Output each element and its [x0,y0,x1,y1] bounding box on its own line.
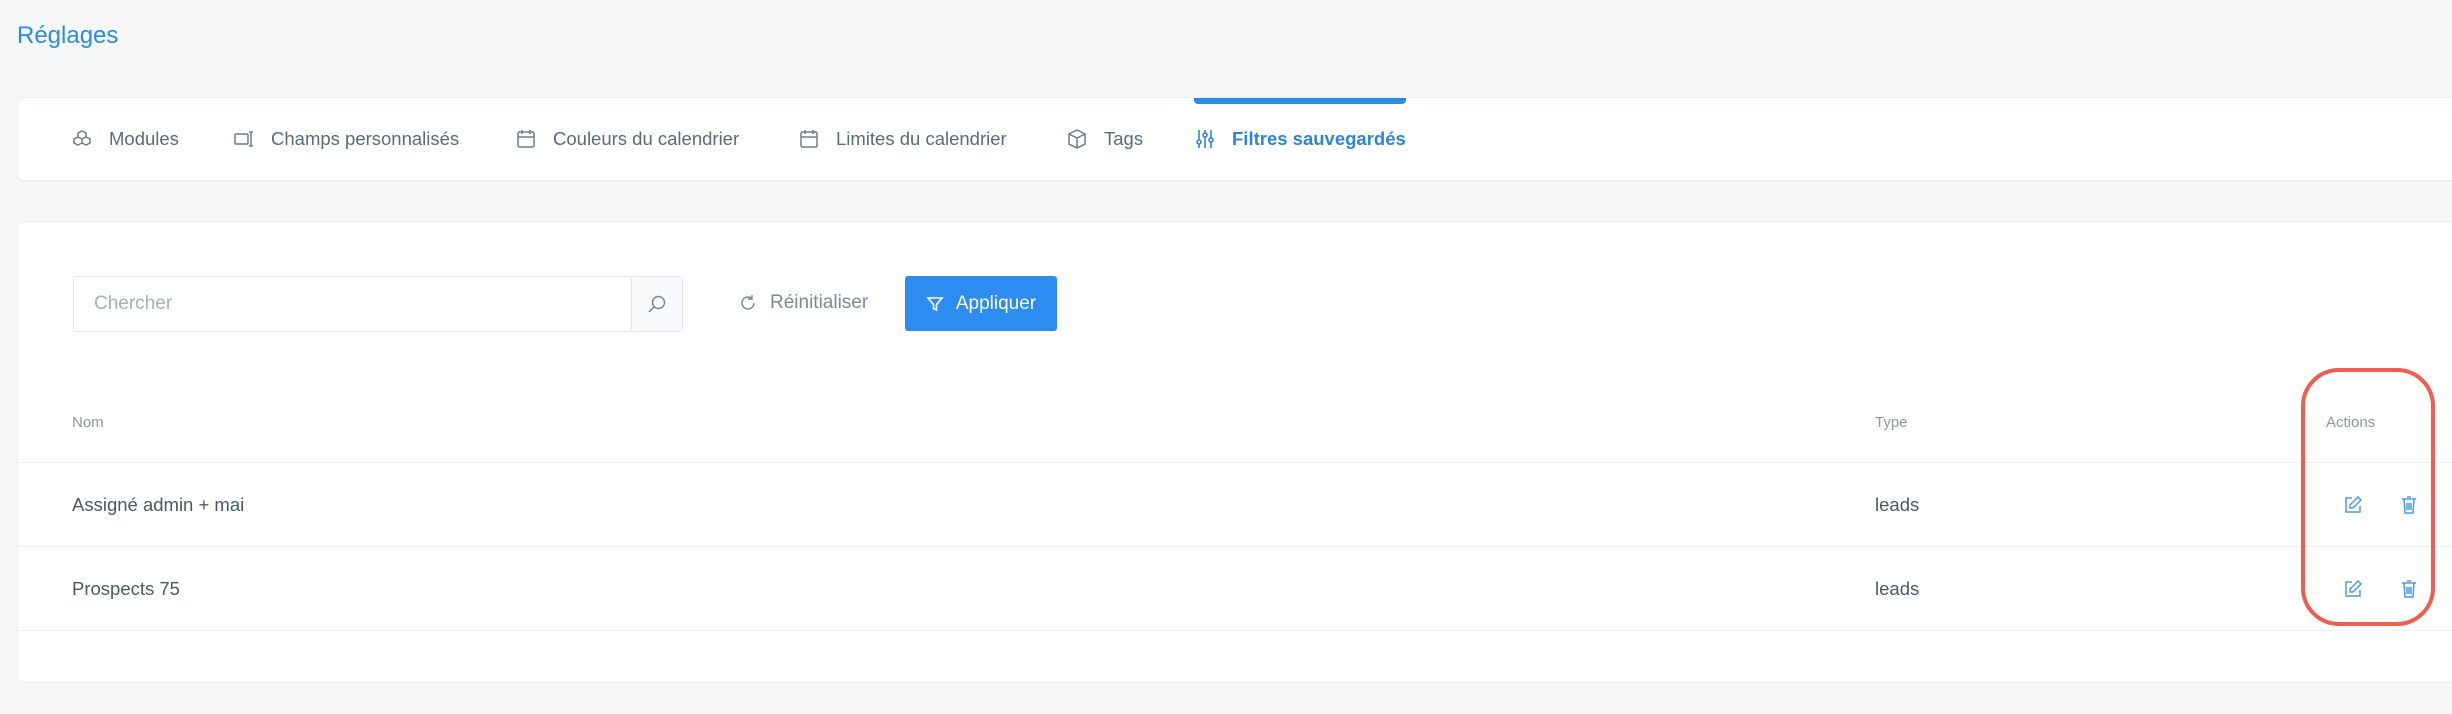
column-header-actions: Actions [2326,414,2376,431]
tab-custom-fields[interactable]: Champs personnalisés [233,98,459,180]
table-row [18,630,2452,714]
sliders-icon [1194,128,1216,150]
tab-saved-filters[interactable]: Filtres sauvegardés [1194,98,1406,180]
settings-tabs: Modules Champs personnalisés Couleurs du… [17,97,2452,181]
tab-modules[interactable]: Modules [71,98,179,180]
filter-icon [926,295,944,313]
tab-label: Limites du calendrier [836,128,1007,149]
calendar-icon [515,128,537,150]
row-type: leads [1875,577,1920,599]
edit-icon [2343,579,2363,599]
tab-calendar-colors[interactable]: Couleurs du calendrier [515,98,739,180]
trash-icon [2400,495,2418,515]
tab-label: Champs personnalisés [271,128,460,149]
box-icon [1066,128,1088,150]
search-box [73,276,683,332]
apply-label: Appliquer [955,292,1037,314]
edit-button[interactable] [2339,547,2367,630]
search-button[interactable] [631,277,682,331]
table-row: Prospects 75 leads [18,546,2452,630]
row-name: Prospects 75 [72,577,180,599]
table-row: Assigné admin + mai leads [18,462,2452,546]
search-input[interactable] [74,277,631,331]
row-name: Assigné admin + mai [72,493,245,515]
column-header-type[interactable]: Type [1875,414,1908,431]
tab-label: Couleurs du calendrier [553,128,740,149]
page-title: Réglages [17,22,119,49]
calendar-icon [798,128,820,150]
tab-calendar-limits[interactable]: Limites du calendrier [798,98,1007,180]
tab-label: Tags [1104,128,1144,149]
reset-label: Réinitialiser [770,292,869,313]
column-header-name[interactable]: Nom [72,414,104,431]
tab-label: Filtres sauvegardés [1232,128,1406,149]
search-icon [647,294,667,314]
tab-tags[interactable]: Tags [1066,98,1143,180]
delete-button[interactable] [2395,547,2423,630]
delete-button[interactable] [2395,463,2423,546]
apply-button[interactable]: Appliquer [905,276,1057,331]
edit-icon [2343,495,2363,515]
cubes-icon [71,128,93,150]
saved-filters-panel: Réinitialiser Appliquer Nom Type Actions… [17,221,2452,683]
trash-icon [2400,579,2418,599]
edit-button[interactable] [2339,463,2367,546]
custom-fields-icon [233,128,255,150]
tab-label: Modules [109,128,179,149]
reset-button[interactable]: Réinitialiser [738,276,868,330]
row-type: leads [1875,493,1920,515]
refresh-icon [738,293,758,313]
